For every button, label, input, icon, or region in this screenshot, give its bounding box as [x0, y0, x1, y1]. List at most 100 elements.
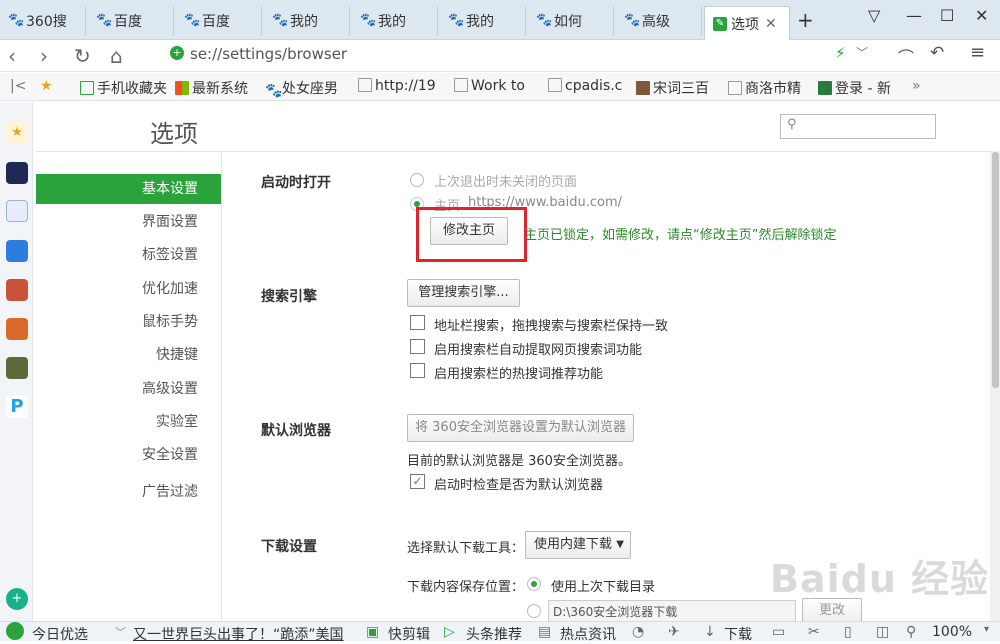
- paw-icon: 🐾: [184, 13, 201, 28]
- settings-search-input[interactable]: ⚲: [780, 114, 936, 139]
- add-app-icon[interactable]: +: [6, 588, 28, 610]
- download-tool-select[interactable]: 使用内建下载 ▼: [525, 531, 631, 559]
- status-bar: 今日优选 ﹀ 又一世界巨头出事了！“跪添”美国 ▣ 快剪辑 ▷ 头条推荐 ▤ 热…: [0, 621, 1000, 644]
- address-bar[interactable]: se://settings/browser: [190, 45, 347, 63]
- bookmark-item[interactable]: cpadis.c: [548, 78, 622, 94]
- more-bookmarks-icon[interactable]: »: [912, 78, 921, 94]
- checkbox-sync-search[interactable]: [410, 315, 425, 330]
- hotnews-label[interactable]: 热点资讯: [560, 624, 616, 644]
- today-picks-label[interactable]: 今日优选: [32, 624, 88, 644]
- sidebar-item-basic[interactable]: 基本设置: [36, 174, 221, 204]
- game-app-icon[interactable]: [6, 318, 28, 340]
- sidebar-item-shortcuts[interactable]: 快捷键: [36, 340, 221, 370]
- collapse-icon[interactable]: |<: [10, 78, 26, 94]
- bookmark-item[interactable]: 登录 - 新: [818, 78, 891, 98]
- chevron-down-icon[interactable]: ▾: [984, 624, 989, 635]
- scrollbar-thumb[interactable]: [992, 152, 999, 388]
- headphones-icon[interactable]: ⌒: [898, 44, 914, 68]
- sidebar-item-interface[interactable]: 界面设置: [36, 207, 221, 237]
- manage-search-engines-button[interactable]: 管理搜索引擎...: [407, 279, 520, 307]
- tab-item[interactable]: 🐾 百度: [88, 6, 174, 36]
- sidebar-item-adblock[interactable]: 广告过滤: [36, 477, 221, 507]
- undo-icon[interactable]: ↶: [930, 43, 944, 63]
- zoom-level[interactable]: 100%: [932, 624, 972, 640]
- bookmark-item[interactable]: Work to: [454, 78, 525, 94]
- tab-item[interactable]: 🐾 360搜: [0, 6, 86, 36]
- navigation-bar: ‹ › ↻ ⌂ + se://settings/browser ⚡ ﹀ ⌒ ↶ …: [0, 40, 1000, 72]
- favorites-star-icon[interactable]: ★: [6, 122, 28, 144]
- sidebar-item-tabs[interactable]: 标签设置: [36, 240, 221, 270]
- bookmark-item[interactable]: 商洛市精: [728, 78, 801, 98]
- bookmark-item[interactable]: http://19: [358, 78, 436, 94]
- sidebar-item-gestures[interactable]: 鼠标手势: [36, 307, 221, 337]
- settings-sidebar: 基本设置 界面设置 标签设置 优化加速 鼠标手势 快捷键 高级设置 实验室 安全…: [36, 151, 222, 621]
- news-icon: ▤: [538, 624, 552, 640]
- option-hot-words-label: 启用搜索栏的热搜词推荐功能: [434, 367, 604, 382]
- bookmark-item[interactable]: 最新系统: [175, 78, 248, 98]
- baidu-jingyan-watermark: Baidu 经验: [770, 557, 990, 601]
- minimize-button[interactable]: —: [906, 6, 922, 25]
- poem-icon: [636, 81, 650, 95]
- screenshot-icon[interactable]: ◫: [876, 624, 889, 640]
- reading-icon[interactable]: ▭: [772, 624, 785, 640]
- sidebar-item-security[interactable]: 安全设置: [36, 440, 221, 470]
- option-check-default-label: 启动时检查是否为默认浏览器: [434, 478, 604, 493]
- sidebar-item-advanced[interactable]: 高级设置: [36, 374, 221, 404]
- sidebar-item-lab[interactable]: 实验室: [36, 407, 221, 437]
- word-doc-icon[interactable]: [6, 200, 28, 222]
- tab-item[interactable]: 🐾 我的: [352, 6, 438, 36]
- today-picks-icon[interactable]: [6, 622, 24, 640]
- tab-item[interactable]: 🐾 我的: [440, 6, 526, 36]
- tab-settings[interactable]: ✎ 选项 ✕: [704, 6, 790, 40]
- paw-icon: 🐾: [8, 13, 25, 28]
- radio-custom-dir[interactable]: [527, 604, 541, 618]
- new-tab-button[interactable]: +: [797, 8, 814, 32]
- bookmark-item[interactable]: 🐾处女座男: [265, 78, 338, 99]
- favorites-star-icon[interactable]: ★: [40, 78, 53, 94]
- chat-icon[interactable]: [6, 240, 28, 262]
- page-icon: [548, 78, 562, 92]
- checkbox-check-default[interactable]: ✓: [410, 474, 425, 489]
- maximize-button[interactable]: ☐: [940, 6, 954, 25]
- tab-item[interactable]: 🐾 高级: [616, 6, 702, 36]
- bookmark-item[interactable]: 宋词三百: [636, 78, 709, 98]
- hamburger-menu-icon[interactable]: ≡: [970, 42, 985, 63]
- refresh-icon[interactable]: ↻: [74, 44, 91, 68]
- close-tab-icon[interactable]: ✕: [765, 16, 777, 32]
- tab-item[interactable]: 🐾 我的: [264, 6, 350, 36]
- checkbox-hot-words[interactable]: [410, 363, 425, 378]
- chevron-down-icon[interactable]: ﹀: [856, 44, 868, 61]
- tab-item[interactable]: 🐾 百度: [176, 6, 262, 36]
- back-icon[interactable]: ‹: [8, 44, 16, 68]
- checkbox-extract-keywords[interactable]: [410, 339, 425, 354]
- chevron-down-icon[interactable]: ﹀: [115, 624, 126, 640]
- radio-last-session[interactable]: [410, 173, 424, 187]
- home-icon[interactable]: ⌂: [110, 44, 123, 68]
- download-label[interactable]: 下载: [724, 624, 752, 644]
- p-app-icon[interactable]: P: [6, 396, 28, 418]
- radio-last-dir[interactable]: [527, 577, 541, 591]
- news-app-icon[interactable]: [6, 162, 28, 184]
- paw-icon: 🐾: [96, 13, 113, 28]
- page-icon: [728, 81, 742, 95]
- game-app-icon[interactable]: [6, 279, 28, 301]
- news-headline-link[interactable]: 又一世界巨头出事了！“跪添”美国: [133, 624, 359, 644]
- game-app-icon[interactable]: [6, 357, 28, 379]
- speed-icon[interactable]: ◔: [632, 624, 644, 640]
- tab-bar: 🐾 360搜 🐾 百度 🐾 百度 🐾 我的 🐾 我的 🐾 我的 🐾 如何 🐾 高级 ✎ 选项 ✕ +…: [0, 0, 1000, 40]
- lightning-icon[interactable]: ⚡: [835, 44, 846, 62]
- headlines-label[interactable]: 头条推荐: [466, 624, 522, 644]
- pin-icon[interactable]: ✈: [668, 624, 680, 640]
- menu-icon[interactable]: ▽: [868, 6, 880, 25]
- sidebar-item-optimize[interactable]: 优化加速: [36, 274, 221, 304]
- close-window-button[interactable]: ✕: [975, 6, 988, 25]
- clip-label[interactable]: 快剪辑: [388, 624, 430, 644]
- set-default-browser-button[interactable]: 将 360安全浏览器设置为默认浏览器: [407, 414, 634, 442]
- tab-item[interactable]: 🐾 如何: [528, 6, 614, 36]
- bookmark-item[interactable]: 手机收藏夹: [80, 78, 167, 98]
- login-icon: [818, 81, 832, 95]
- section-heading-search: 搜索引擎: [261, 289, 317, 305]
- sound-icon[interactable]: ▯: [844, 624, 852, 640]
- crop-icon[interactable]: ✂: [808, 624, 820, 640]
- forward-icon[interactable]: ›: [40, 44, 48, 68]
